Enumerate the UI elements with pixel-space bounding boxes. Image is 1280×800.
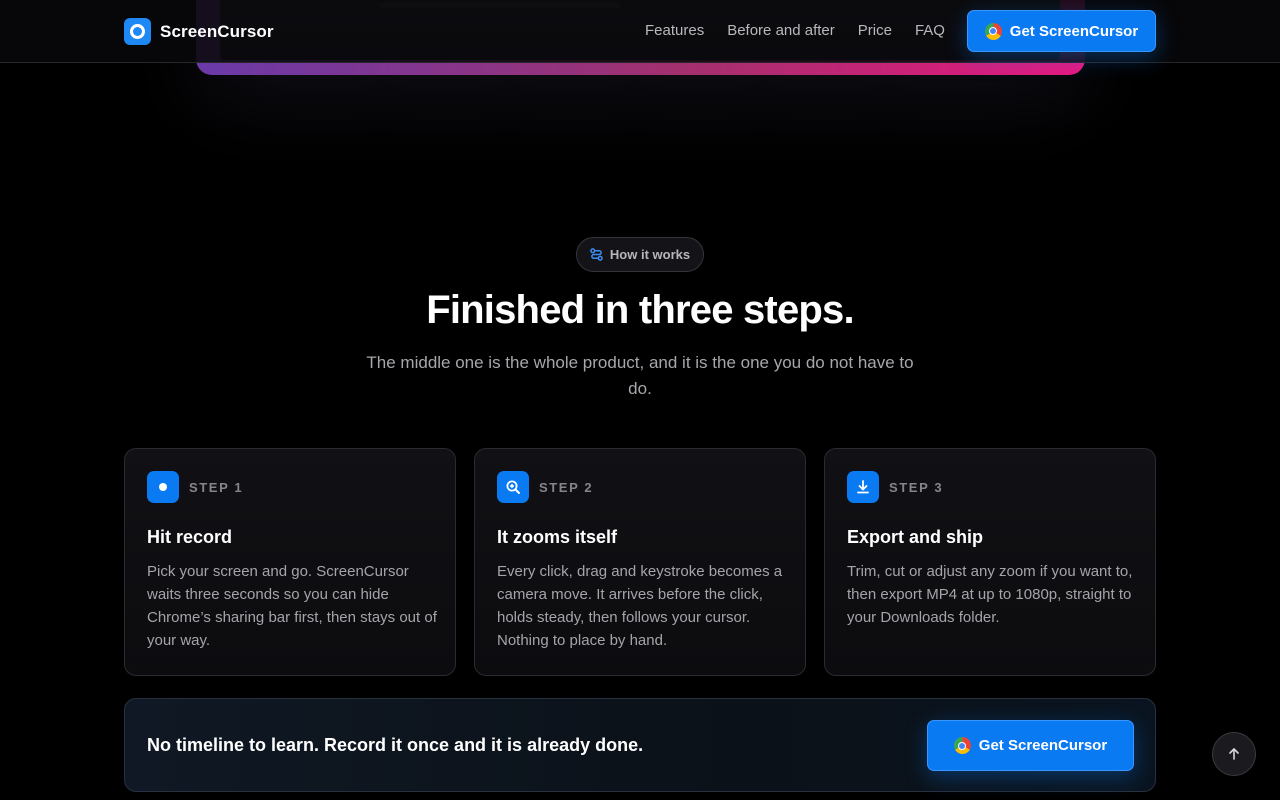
top-navigation: ScreenCursor Features Before and after P… bbox=[0, 0, 1280, 63]
step-description: Every click, drag and keystroke becomes … bbox=[497, 563, 783, 649]
nav-link-price[interactable]: Price bbox=[858, 22, 892, 39]
step-card-1: STEP 1 Hit record Pick your screen and g… bbox=[124, 448, 456, 676]
screencursor-logo-icon bbox=[124, 18, 151, 45]
step-card-2: STEP 2 It zooms itself Every click, drag… bbox=[474, 448, 806, 676]
step-title: It zooms itself bbox=[497, 527, 618, 547]
brand-logo-link[interactable]: ScreenCursor bbox=[124, 18, 274, 45]
steps-grid: STEP 1 Hit record Pick your screen and g… bbox=[124, 448, 1156, 676]
step-description: Pick your screen and go. ScreenCursor wa… bbox=[147, 563, 437, 649]
cta-banner: No timeline to learn. Record it once and… bbox=[124, 698, 1156, 792]
step-title: Export and ship bbox=[847, 527, 984, 547]
banner-cta-label: Get ScreenCursor bbox=[978, 737, 1108, 754]
how-it-works-badge: How it works bbox=[576, 237, 704, 272]
zoom-icon bbox=[497, 471, 529, 503]
workflow-icon bbox=[590, 248, 603, 261]
scroll-to-top-button[interactable] bbox=[1212, 732, 1256, 776]
step-label: STEP 3 bbox=[889, 480, 944, 495]
record-dot-icon bbox=[147, 471, 179, 503]
get-screencursor-button[interactable]: Get ScreenCursor bbox=[967, 10, 1156, 52]
step-label: STEP 2 bbox=[539, 480, 594, 495]
arrow-up-icon bbox=[1229, 748, 1239, 760]
nav-link-faq[interactable]: FAQ bbox=[915, 22, 945, 39]
nav-link-before-after[interactable]: Before and after bbox=[727, 22, 835, 39]
step-card-3: STEP 3 Export and ship Trim, cut or adju… bbox=[824, 448, 1156, 676]
banner-get-screencursor-button[interactable]: Get ScreenCursor bbox=[927, 720, 1134, 771]
banner-text: No timeline to learn. Record it once and… bbox=[147, 735, 644, 755]
step-title: Hit record bbox=[147, 527, 233, 547]
brand-name: ScreenCursor bbox=[160, 21, 274, 41]
section-title: Finished in three steps. bbox=[426, 288, 854, 332]
chrome-icon bbox=[953, 737, 971, 754]
get-screencursor-label: Get ScreenCursor bbox=[1009, 22, 1139, 40]
chrome-icon bbox=[984, 22, 1002, 40]
nav-links: Features Before and after Price FAQ bbox=[645, 22, 968, 39]
section-subtitle: The middle one is the whole product, and… bbox=[366, 353, 914, 398]
step-label: STEP 1 bbox=[189, 480, 244, 495]
nav-link-features[interactable]: Features bbox=[645, 22, 704, 39]
badge-label: How it works bbox=[609, 247, 691, 262]
step-description: Trim, cut or adjust any zoom if you want… bbox=[847, 563, 1133, 626]
download-icon bbox=[847, 471, 879, 503]
